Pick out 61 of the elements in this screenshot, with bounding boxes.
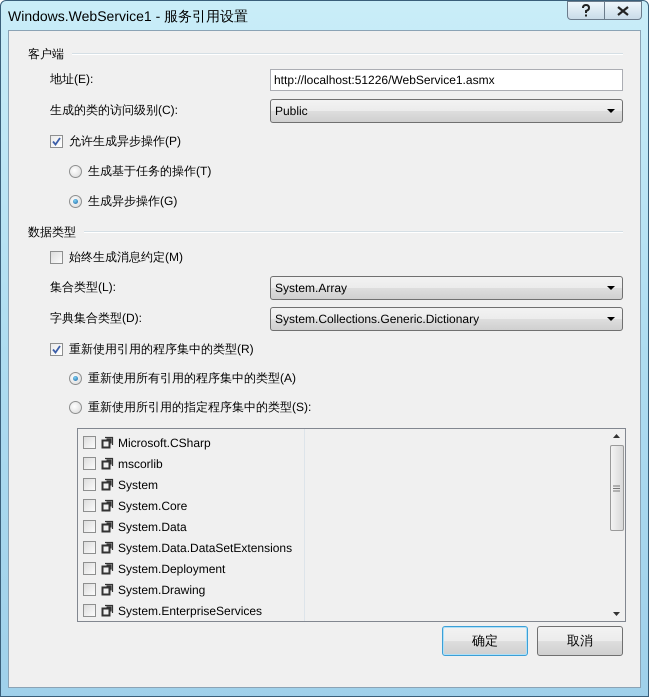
checkbox[interactable] — [83, 583, 96, 596]
checkbox[interactable] — [50, 250, 63, 264]
radio-button[interactable] — [69, 194, 82, 208]
assembly-name: System.Deployment — [118, 562, 226, 576]
assembly-icon — [101, 541, 114, 554]
assembly-icon — [101, 457, 114, 470]
close-button[interactable] — [605, 1, 642, 20]
window-title: Windows.WebService1 - 服务引用设置 — [8, 8, 248, 26]
field-label: 地址(E): — [50, 71, 94, 88]
help-button[interactable] — [567, 1, 605, 20]
assembly-icon — [101, 562, 114, 575]
checkbox[interactable] — [83, 436, 96, 449]
assembly-icon — [101, 604, 114, 617]
dictionary-type-dropdown[interactable]: System.Collections.Generic.Dictionary — [270, 306, 623, 330]
checkbox[interactable] — [83, 457, 96, 470]
assembly-icon — [101, 478, 114, 491]
assembly-icon — [101, 583, 114, 596]
checkbox[interactable] — [83, 520, 96, 533]
field-label: 集合类型(L): — [50, 279, 117, 296]
close-icon — [617, 6, 629, 16]
checkbox[interactable] — [50, 134, 63, 148]
radio-label: 生成基于任务的操作(T) — [88, 162, 212, 180]
checkbox[interactable] — [50, 342, 63, 356]
checkbox[interactable] — [83, 478, 96, 491]
radio-button[interactable] — [69, 372, 82, 385]
help-icon — [581, 4, 591, 17]
collection-type-dropdown[interactable]: System.Array — [270, 276, 623, 300]
cancel-button[interactable]: 取消 — [537, 626, 623, 656]
radio-label: 生成异步操作(G) — [88, 192, 178, 210]
field-label: 字典集合类型(D): — [50, 310, 143, 327]
access-level-dropdown[interactable]: Public — [270, 98, 623, 122]
assembly-name: System.Data.DataSetExtensions — [118, 540, 292, 554]
radio-button[interactable] — [69, 401, 82, 414]
assembly-name: mscorlib — [118, 456, 163, 470]
scroll-down-icon — [613, 612, 620, 616]
checkbox[interactable] — [83, 604, 96, 617]
checkbox-label: 重新使用引用的程序集中的类型(R) — [69, 340, 254, 358]
assembly-icon — [101, 520, 114, 533]
assembly-name: System.Drawing — [118, 582, 206, 596]
assembly-name: Microsoft.CSharp — [118, 436, 211, 450]
assembly-icon — [101, 499, 114, 512]
checkbox-label: 允许生成异步操作(P) — [69, 132, 181, 150]
scroll-up-icon — [613, 434, 620, 438]
checkbox[interactable] — [83, 499, 96, 512]
field-label: 生成的类的访问级别(C): — [50, 102, 179, 119]
assembly-name: System — [118, 478, 158, 492]
ok-button[interactable]: 确定 — [442, 626, 528, 656]
checkbox-label: 始终生成消息约定(M) — [69, 248, 183, 266]
address-field[interactable]: http://localhost:51226/WebService1.asmx — [270, 68, 623, 90]
radio-label: 重新使用所引用的指定程序集中的类型(S): — [88, 399, 312, 416]
assembly-name: System.Data — [118, 520, 187, 534]
section-heading: 客户端 — [28, 46, 64, 62]
section-heading: 数据类型 — [28, 224, 76, 240]
assembly-name: System.Core — [118, 498, 188, 512]
radio-button[interactable] — [69, 164, 82, 178]
assembly-name: System.EnterpriseServices — [118, 604, 262, 618]
scroll-thumb[interactable] — [610, 445, 624, 531]
checkbox[interactable] — [83, 562, 96, 575]
radio-label: 重新使用所有引用的程序集中的类型(A) — [88, 370, 296, 387]
assembly-icon — [101, 436, 114, 449]
checkbox[interactable] — [83, 541, 96, 554]
